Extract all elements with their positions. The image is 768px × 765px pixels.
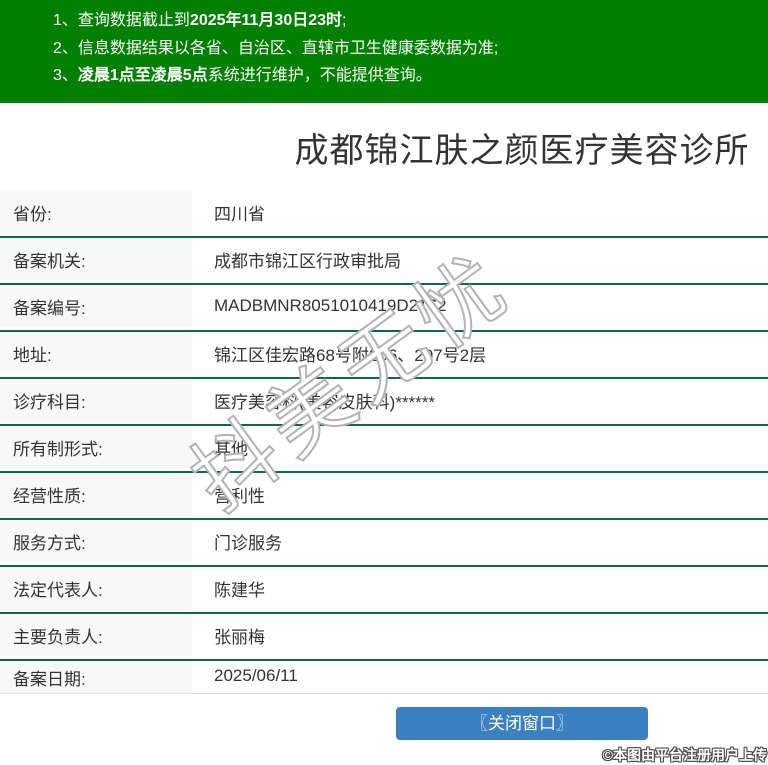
table-row: 服务方式: 门诊服务 [0, 520, 768, 567]
notice-text: 查询数据截止到 [78, 12, 190, 29]
notice-line-3: 3、凌晨1点至凌晨5点系统进行维护，不能提供查询。 [53, 62, 768, 90]
row-value: MADBMNR8051010419D2162 [192, 285, 768, 330]
notice-text-bold: 凌晨1点至凌晨5点 [78, 67, 208, 84]
row-label: 主要负责人: [0, 614, 192, 656]
notice-banner: 1、查询数据截止到2025年11月30日23时; 2、信息数据结果以各省、自治区… [0, 0, 768, 103]
notice-text: 系统进行维护，不能提供查询。 [208, 67, 432, 84]
page: 1、查询数据截止到2025年11月30日23时; 2、信息数据结果以各省、自治区… [0, 0, 768, 740]
table-row: 经营性质: 营利性 [0, 473, 768, 520]
table-row: 备案编号: MADBMNR8051010419D2162 [0, 285, 768, 332]
notice-line-number: 1、 [53, 12, 78, 29]
table-row: 法定代表人: 陈建华 [0, 567, 768, 614]
notice-text: 信息数据结果以各省、自治区、直辖市卫生健康委数据为准; [78, 40, 498, 57]
row-value: 门诊服务 [192, 520, 768, 565]
row-value: 张丽梅 [192, 614, 768, 659]
row-label: 服务方式: [0, 520, 192, 562]
row-value: 锦江区佳宏路68号附206、207号2层 [192, 332, 768, 377]
row-label: 地址: [0, 332, 192, 374]
info-table: 省份: 四川省 备案机关: 成都市锦江区行政审批局 备案编号: MADBMNR8… [0, 191, 768, 694]
notice-line-number: 2、 [53, 40, 78, 57]
row-value: 2025/06/11 [192, 661, 768, 693]
notice-text: ; [342, 12, 346, 29]
row-label: 诊疗科目: [0, 379, 192, 421]
table-row: 主要负责人: 张丽梅 [0, 614, 768, 661]
row-label: 法定代表人: [0, 567, 192, 609]
close-window-button[interactable]: 〖关闭窗口〗 [396, 707, 648, 740]
row-value: 其他 [192, 426, 768, 471]
table-row: 备案机关: 成都市锦江区行政审批局 [0, 238, 768, 285]
table-row: 诊疗科目: 医疗美容科(美容皮肤科)****** [0, 379, 768, 426]
row-value: 医疗美容科(美容皮肤科)****** [192, 379, 768, 424]
row-label: 备案日期: [0, 661, 192, 693]
table-row: 省份: 四川省 [0, 191, 768, 238]
notice-line-number: 3、 [53, 67, 78, 84]
notice-text-bold: 2025年11月30日23时 [190, 12, 342, 29]
row-value: 营利性 [192, 473, 768, 518]
row-label: 经营性质: [0, 473, 192, 515]
notice-line-1: 1、查询数据截止到2025年11月30日23时; [53, 7, 768, 35]
table-row: 备案日期: 2025/06/11 [0, 661, 768, 694]
row-label: 备案编号: [0, 285, 192, 327]
notice-line-2: 2、信息数据结果以各省、自治区、直辖市卫生健康委数据为准; [53, 35, 768, 63]
row-value: 陈建华 [192, 567, 768, 612]
clinic-title: 成都锦江肤之颜医疗美容诊所 [0, 131, 768, 171]
row-label: 所有制形式: [0, 426, 192, 468]
row-value: 成都市锦江区行政审批局 [192, 238, 768, 283]
row-label: 省份: [0, 191, 192, 233]
table-row: 所有制形式: 其他 [0, 426, 768, 473]
row-label: 备案机关: [0, 238, 192, 280]
row-value: 四川省 [192, 191, 768, 236]
table-row: 地址: 锦江区佳宏路68号附206、207号2层 [0, 332, 768, 379]
corner-watermark: ©本图由平台注册用户上传 [603, 745, 767, 765]
